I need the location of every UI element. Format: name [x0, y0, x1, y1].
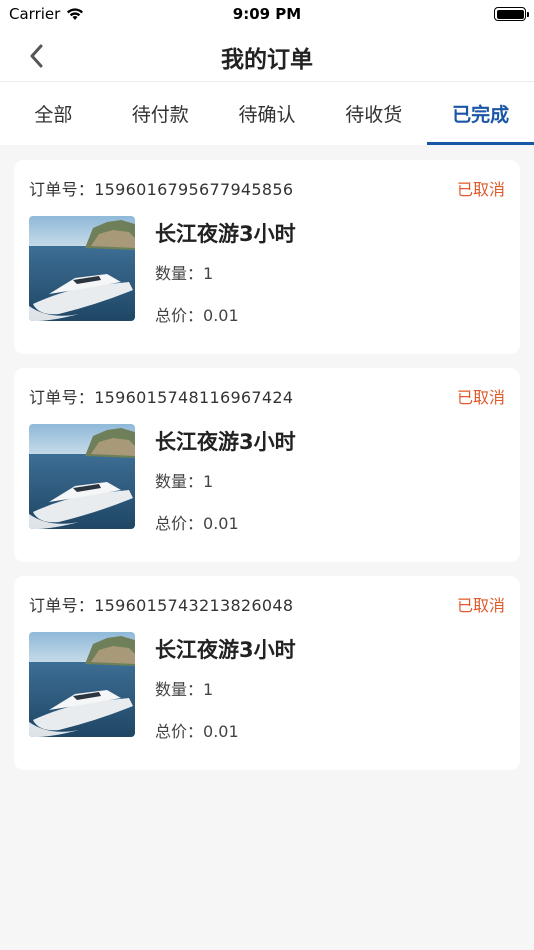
navigation-bar: 我的订单 [0, 28, 534, 82]
tab-pending-confirmation[interactable]: 待确认 [214, 82, 321, 145]
total-price: 总价：0.01 [155, 302, 296, 326]
total-price-label: 总价： [155, 514, 204, 533]
order-number: 订单号：1596015748116967424 [29, 384, 293, 408]
order-list: 订单号：1596016795677945856 已取消 长江夜游3小时 数量：1… [0, 145, 534, 770]
quantity-label: 数量： [155, 264, 204, 283]
order-card[interactable]: 订单号：1596016795677945856 已取消 长江夜游3小时 数量：1… [14, 160, 520, 354]
quantity: 数量：1 [155, 260, 296, 284]
total-price: 总价：0.01 [155, 718, 296, 742]
quantity: 数量：1 [155, 676, 296, 700]
product-image [29, 424, 135, 529]
product-name: 长江夜游3小时 [155, 430, 296, 454]
total-price-value: 0.01 [203, 514, 239, 533]
total-price-label: 总价： [155, 722, 204, 741]
order-card[interactable]: 订单号：1596015743213826048 已取消 长江夜游3小时 数量：1… [14, 576, 520, 770]
quantity-value: 1 [203, 264, 214, 283]
tab-all[interactable]: 全部 [0, 82, 107, 145]
total-price-value: 0.01 [203, 722, 239, 741]
order-number-label: 订单号： [29, 388, 95, 407]
order-status: 已取消 [456, 596, 505, 615]
order-number-value: 1596015748116967424 [94, 388, 294, 407]
product-name: 长江夜游3小时 [155, 222, 296, 246]
order-number-label: 订单号： [29, 180, 95, 199]
clock: 9:09 PM [232, 5, 302, 23]
order-status: 已取消 [456, 388, 505, 407]
page-title: 我的订单 [221, 47, 313, 73]
order-status: 已取消 [456, 180, 505, 199]
tab-pending-payment[interactable]: 待付款 [107, 82, 214, 145]
total-price: 总价：0.01 [155, 510, 296, 534]
total-price-label: 总价： [155, 306, 204, 325]
order-tabs: 全部 待付款 待确认 待收货 已完成 [0, 82, 534, 145]
order-number-value: 1596015743213826048 [94, 596, 294, 615]
product-image [29, 216, 135, 321]
product-name: 长江夜游3小时 [155, 638, 296, 662]
order-number-value: 1596016795677945856 [94, 180, 294, 199]
order-number-label: 订单号： [29, 596, 95, 615]
quantity-value: 1 [203, 472, 214, 491]
quantity: 数量：1 [155, 468, 296, 492]
order-number: 订单号：1596015743213826048 [29, 592, 293, 616]
quantity-value: 1 [203, 680, 214, 699]
order-card[interactable]: 订单号：1596015748116967424 已取消 长江夜游3小时 数量：1… [14, 368, 520, 562]
order-number: 订单号：1596016795677945856 [29, 176, 293, 200]
status-bar: Carrier 9:09 PM [0, 0, 534, 28]
tab-completed[interactable]: 已完成 [427, 82, 534, 145]
quantity-label: 数量： [155, 680, 204, 699]
product-image [29, 632, 135, 737]
tab-pending-delivery[interactable]: 待收货 [320, 82, 427, 145]
quantity-label: 数量： [155, 472, 204, 491]
battery-icon [494, 7, 529, 21]
total-price-value: 0.01 [203, 306, 239, 325]
